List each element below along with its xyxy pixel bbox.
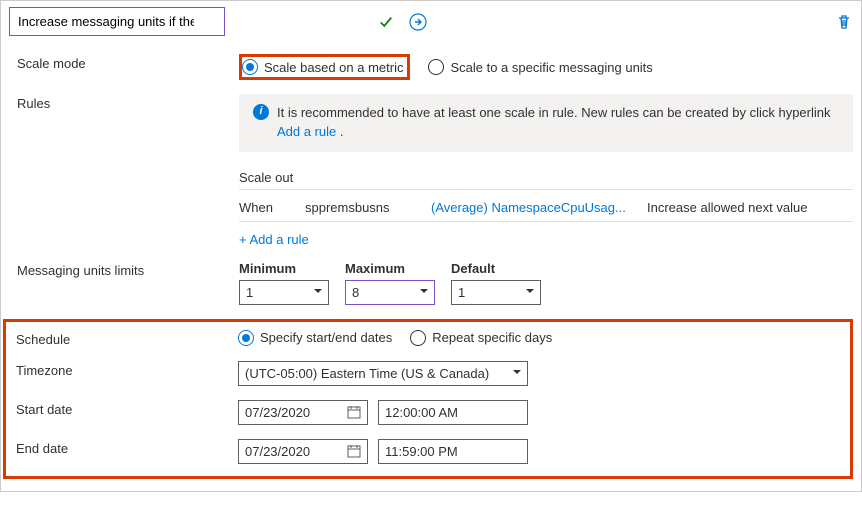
start-date-label: Start date [8, 400, 238, 417]
rules-info-text: It is recommended to have at least one s… [277, 104, 839, 142]
chevron-down-icon [420, 285, 428, 300]
scale-mode-label: Scale mode [9, 54, 239, 71]
checkmark-icon [379, 15, 393, 29]
autoscale-panel: Scale mode Scale based on a metric Scale… [0, 0, 862, 492]
start-date-value: 07/23/2020 [245, 405, 310, 420]
rule-metric-link[interactable]: (Average) NamespaceCpuUsag... [431, 200, 631, 215]
scale-out-heading: Scale out [239, 170, 853, 190]
timezone-label: Timezone [8, 361, 238, 378]
add-rule-link[interactable]: + Add a rule [239, 232, 309, 247]
end-date-input[interactable]: 07/23/2020 [238, 439, 368, 464]
start-date-row: Start date 07/23/2020 12:00:00 AM [8, 400, 844, 425]
timezone-row: Timezone (UTC-05:00) Eastern Time (US & … [8, 361, 844, 386]
min-select[interactable]: 1 [239, 280, 329, 305]
schedule-block: Schedule Specify start/end dates Repeat … [3, 319, 853, 479]
scale-mode-metric-radio[interactable]: Scale based on a metric [242, 59, 403, 75]
limits-label: Messaging units limits [9, 261, 239, 278]
start-time-input[interactable]: 12:00:00 AM [378, 400, 528, 425]
scale-mode-metric-label: Scale based on a metric [264, 60, 403, 75]
schedule-repeat-radio[interactable]: Repeat specific days [410, 330, 552, 346]
schedule-label: Schedule [8, 330, 238, 347]
limits-row: Messaging units limits Minimum 1 Maximum… [9, 261, 853, 305]
max-select[interactable]: 8 [345, 280, 435, 305]
rules-info-box: i It is recommended to have at least one… [239, 94, 853, 152]
rule-resource: sppremsbusns [305, 200, 415, 215]
rules-row: Rules i It is recommended to have at lea… [9, 94, 853, 247]
min-value: 1 [246, 285, 253, 300]
title-wrapper [9, 7, 401, 36]
scale-mode-options: Scale based on a metric Scale to a speci… [239, 54, 853, 80]
scale-mode-specific-radio[interactable]: Scale to a specific messaging units [428, 59, 652, 75]
end-date-row: End date 07/23/2020 11:59:00 PM [8, 439, 844, 464]
limits-group: Minimum 1 Maximum 8 Default [239, 261, 853, 305]
rules-label: Rules [9, 94, 239, 111]
chevron-down-icon [526, 285, 534, 300]
end-date-label: End date [8, 439, 238, 456]
end-time-value: 11:59:00 PM [385, 444, 458, 459]
schedule-dates-radio[interactable]: Specify start/end dates [238, 330, 392, 346]
max-value: 8 [352, 285, 359, 300]
calendar-icon [347, 444, 361, 458]
rule-when-label: When [239, 200, 289, 215]
min-label: Minimum [239, 261, 329, 276]
title-row [9, 7, 853, 36]
start-date-input[interactable]: 07/23/2020 [238, 400, 368, 425]
rules-info-suffix: . [340, 124, 344, 139]
schedule-repeat-label: Repeat specific days [432, 330, 552, 345]
condition-name-input[interactable] [9, 7, 225, 36]
rule-action: Increase allowed next value [647, 200, 853, 215]
chevron-down-icon [513, 366, 521, 381]
calendar-icon [347, 405, 361, 419]
info-icon: i [253, 104, 269, 120]
scale-mode-row: Scale mode Scale based on a metric Scale… [9, 54, 853, 80]
schedule-row: Schedule Specify start/end dates Repeat … [8, 330, 844, 347]
default-label: Default [451, 261, 541, 276]
delete-icon[interactable] [835, 13, 853, 31]
schedule-dates-label: Specify start/end dates [260, 330, 392, 345]
default-value: 1 [458, 285, 465, 300]
rules-table: Scale out When sppremsbusns (Average) Na… [239, 170, 853, 247]
default-select[interactable]: 1 [451, 280, 541, 305]
rules-info-prefix: It is recommended to have at least one s… [277, 105, 831, 120]
scale-mode-specific-label: Scale to a specific messaging units [450, 60, 652, 75]
timezone-value: (UTC-05:00) Eastern Time (US & Canada) [245, 366, 489, 381]
submit-arrow-icon[interactable] [409, 13, 427, 31]
timezone-select[interactable]: (UTC-05:00) Eastern Time (US & Canada) [238, 361, 528, 386]
rule-row[interactable]: When sppremsbusns (Average) NamespaceCpu… [239, 190, 853, 222]
max-label: Maximum [345, 261, 435, 276]
chevron-down-icon [314, 285, 322, 300]
end-date-value: 07/23/2020 [245, 444, 310, 459]
schedule-options: Specify start/end dates Repeat specific … [238, 330, 844, 346]
start-time-value: 12:00:00 AM [385, 405, 458, 420]
end-time-input[interactable]: 11:59:00 PM [378, 439, 528, 464]
add-a-rule-link-in-info[interactable]: Add a rule [277, 124, 336, 139]
